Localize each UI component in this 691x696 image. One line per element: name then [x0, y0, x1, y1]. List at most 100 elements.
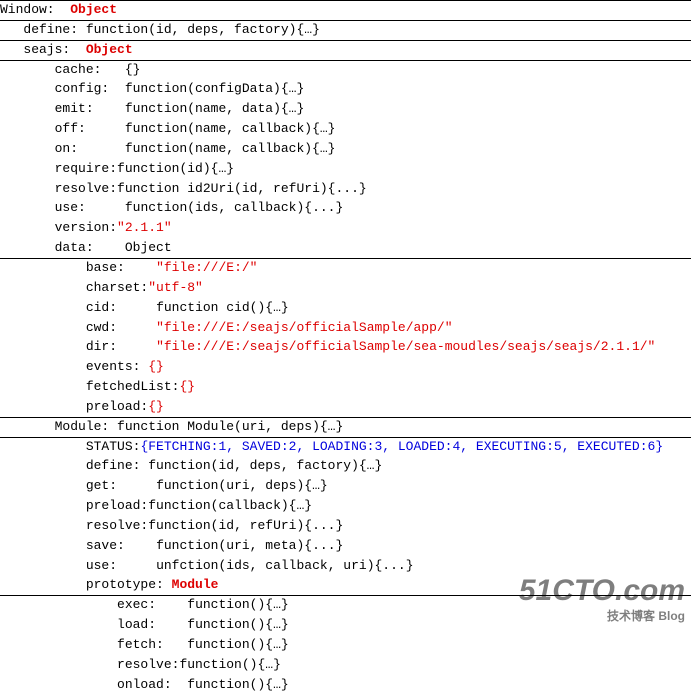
key-require: require: [55, 161, 117, 176]
key-fetch: fetch: [117, 637, 164, 652]
sig-config: function(configData){…} [125, 81, 304, 96]
key-window: Window: [0, 2, 55, 17]
val-preload: {} [148, 399, 164, 414]
row-charset: charset:"utf-8" [0, 279, 691, 299]
key-Module: Module: [55, 419, 110, 434]
type-data: Object [125, 240, 172, 255]
sig-get: function(uri, deps){…} [156, 478, 328, 493]
sig-require: function(id){…} [117, 161, 234, 176]
row-define: define: function(id, deps, factory){…} [0, 21, 691, 41]
key-off: off: [55, 121, 86, 136]
row-emit: emit: function(name, data){…} [0, 100, 691, 120]
key-exec: exec: [117, 597, 156, 612]
row-version: version:"2.1.1" [0, 219, 691, 239]
key-use: use: [55, 200, 86, 215]
key-Mpreload: preload: [86, 498, 148, 513]
row-base: base: "file:///E:/" [0, 259, 691, 279]
key-base: base: [86, 260, 125, 275]
row-fetch: fetch: function(){…} [0, 636, 691, 656]
key-Presolve: resolve: [117, 657, 179, 672]
sig-exec: function(){…} [187, 597, 288, 612]
key-cache: cache: [55, 62, 102, 77]
row-config: config: function(configData){…} [0, 80, 691, 100]
row-fetchedList: fetchedList:{} [0, 378, 691, 398]
row-window: Window: Object [0, 0, 691, 21]
sig-load: function(){…} [187, 617, 288, 632]
row-prototype: prototype: Module [0, 576, 691, 596]
sig-Mpreload: function(callback){…} [148, 498, 312, 513]
val-version: "2.1.1" [117, 220, 172, 235]
row-Module: Module: function Module(uri, deps){…} [0, 418, 691, 438]
row-load: load: function(){…} [0, 616, 691, 636]
key-cid: cid: [86, 300, 117, 315]
row-save: save: function(uri, meta){...} [0, 537, 691, 557]
sig-emit: function(name, data){…} [125, 101, 304, 116]
key-load: load: [117, 617, 156, 632]
row-data: data: Object [0, 239, 691, 259]
val-events: {} [148, 359, 164, 374]
row-get: get: function(uri, deps){…} [0, 477, 691, 497]
key-emit: emit: [55, 101, 94, 116]
row-cache: cache: {} [0, 61, 691, 81]
key-STATUS: STATUS: [86, 439, 141, 454]
key-config: config: [55, 81, 110, 96]
key-define: define: [23, 22, 78, 37]
sig-use: function(ids, callback){...} [125, 200, 343, 215]
row-use: use: function(ids, callback){...} [0, 199, 691, 219]
row-Mdefine: define: function(id, deps, factory){…} [0, 457, 691, 477]
key-version: version: [55, 220, 117, 235]
key-save: save: [86, 538, 125, 553]
row-preload: preload:{} [0, 398, 691, 418]
row-dir: dir: "file:///E:/seajs/officialSample/se… [0, 338, 691, 358]
sig-save: function(uri, meta){...} [156, 538, 343, 553]
row-exec: exec: function(){…} [0, 596, 691, 616]
row-STATUS: STATUS:{FETCHING:1, SAVED:2, LOADING:3, … [0, 438, 691, 458]
row-resolve: resolve:function id2Uri(id, refUri){...} [0, 180, 691, 200]
sig-Presolve: function(){…} [179, 657, 280, 672]
row-Muse: use: unfction(ids, callback, uri){...} [0, 557, 691, 577]
row-Presolve: resolve:function(){…} [0, 656, 691, 676]
key-seajs: seajs: [23, 42, 70, 57]
val-cwd: "file:///E:/seajs/officialSample/app/" [156, 320, 452, 335]
row-require: require:function(id){…} [0, 160, 691, 180]
key-Muse: use: [86, 558, 117, 573]
row-seajs: seajs: Object [0, 41, 691, 61]
key-events: events: [86, 359, 141, 374]
key-get: get: [86, 478, 117, 493]
key-charset: charset: [86, 280, 148, 295]
row-off: off: function(name, callback){…} [0, 120, 691, 140]
sig-Mresolve: function(id, refUri){...} [148, 518, 343, 533]
key-Mdefine: define: [86, 458, 141, 473]
row-cid: cid: function cid(){…} [0, 299, 691, 319]
val-dir: "file:///E:/seajs/officialSample/sea-mou… [156, 339, 655, 354]
key-dir: dir: [86, 339, 117, 354]
key-prototype: prototype: [86, 577, 164, 592]
key-fetchedList: fetchedList: [86, 379, 180, 394]
sig-Mdefine: function(id, deps, factory){…} [148, 458, 382, 473]
row-onload: onload: function(){…} [0, 676, 691, 696]
sig-onload: function(){…} [187, 677, 288, 692]
key-resolve: resolve: [55, 181, 117, 196]
key-data: data: [55, 240, 94, 255]
val-fetchedList: {} [179, 379, 195, 394]
row-cwd: cwd: "file:///E:/seajs/officialSample/ap… [0, 319, 691, 339]
sig-fetch: function(){…} [187, 637, 288, 652]
val-STATUS: {FETCHING:1, SAVED:2, LOADING:3, LOADED:… [140, 439, 663, 454]
key-onload: onload: [117, 677, 172, 692]
val-cache: {} [125, 62, 141, 77]
sig-resolve: function id2Uri(id, refUri){...} [117, 181, 367, 196]
sig-Module: function Module(uri, deps){…} [117, 419, 343, 434]
key-on: on: [55, 141, 78, 156]
row-on: on: function(name, callback){…} [0, 140, 691, 160]
sig-Muse: unfction(ids, callback, uri){...} [156, 558, 413, 573]
row-Mresolve: resolve:function(id, refUri){...} [0, 517, 691, 537]
key-cwd: cwd: [86, 320, 117, 335]
val-base: "file:///E:/" [156, 260, 257, 275]
row-events: events: {} [0, 358, 691, 378]
sig-define: function(id, deps, factory){…} [86, 22, 320, 37]
row-Mpreload: preload:function(callback){…} [0, 497, 691, 517]
key-Mresolve: resolve: [86, 518, 148, 533]
type-seajs: Object [86, 42, 133, 57]
type-prototype: Module [172, 577, 219, 592]
sig-off: function(name, callback){…} [125, 121, 336, 136]
